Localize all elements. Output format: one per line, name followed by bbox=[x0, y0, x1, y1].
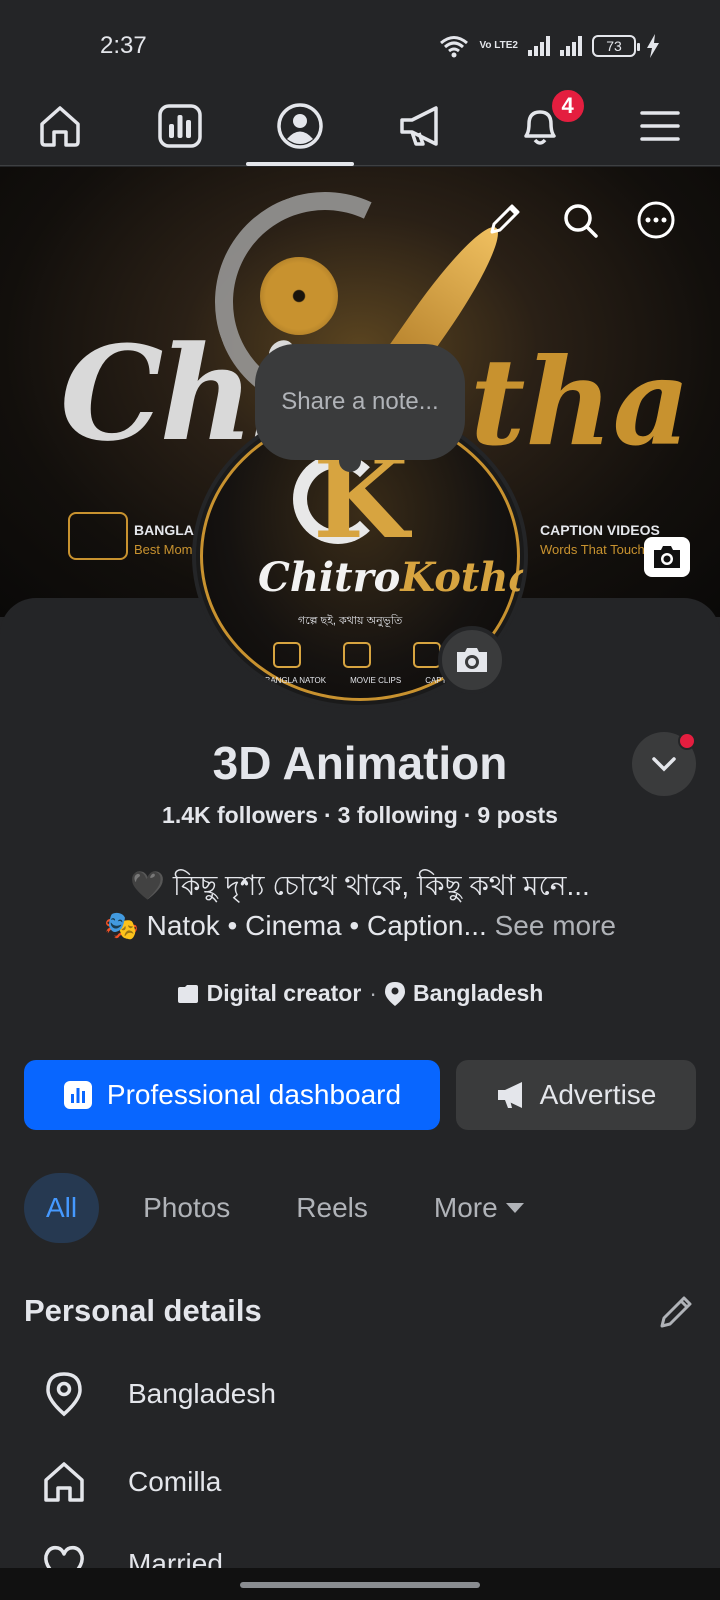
home-icon bbox=[40, 105, 80, 147]
nav-dashboard[interactable] bbox=[120, 86, 240, 165]
bio-line-1: 🖤 কিছু দৃশ্য চোখে থাকে, কিছু কথা মনে... bbox=[130, 870, 590, 901]
signal-icon bbox=[528, 36, 550, 56]
edit-cover-camera-button[interactable] bbox=[644, 537, 690, 577]
top-nav: 4 bbox=[0, 86, 720, 166]
status-bar: 2:37 Vo LTE2 73 bbox=[0, 0, 720, 86]
more-options-icon[interactable] bbox=[636, 200, 676, 240]
tab-photos[interactable]: Photos bbox=[121, 1173, 252, 1243]
profile-meta: Digital creator · Bangladesh bbox=[0, 980, 720, 1007]
detail-hometown-label: Comilla bbox=[128, 1466, 222, 1497]
cover-title-right: tha bbox=[470, 332, 691, 473]
share-note-bubble[interactable]: Share a note... bbox=[255, 344, 465, 472]
profile-stats: 1.4K followers · 3 following · 9 posts bbox=[162, 802, 558, 828]
profile-options-dropdown[interactable] bbox=[632, 732, 696, 796]
edit-profile-picture-button[interactable] bbox=[438, 626, 506, 694]
caret-down-icon bbox=[505, 1203, 524, 1213]
location-pin-icon bbox=[46, 1372, 82, 1417]
cover-actions bbox=[484, 200, 676, 240]
edit-details-pencil-icon[interactable] bbox=[656, 1292, 696, 1332]
avatar-icon-row bbox=[273, 642, 441, 668]
profile-location: Bangladesh bbox=[412, 980, 544, 1006]
advertise-label: Advertise bbox=[539, 1079, 657, 1110]
search-icon[interactable] bbox=[560, 200, 600, 240]
notification-dot bbox=[678, 732, 696, 750]
following-count[interactable]: 3 following bbox=[338, 802, 458, 828]
dashboard-icon bbox=[158, 103, 202, 148]
avatar-title: ChitroKotha bbox=[258, 554, 528, 601]
nav-profile[interactable] bbox=[240, 86, 360, 166]
status-time: 2:37 bbox=[100, 32, 147, 59]
battery-icon: 73 bbox=[592, 35, 640, 57]
camera-icon bbox=[457, 648, 487, 672]
status-icons: Vo LTE2 73 bbox=[439, 34, 660, 58]
see-more-link[interactable]: See more bbox=[495, 910, 616, 941]
profile-name: 3D Animation bbox=[212, 737, 508, 789]
tab-more[interactable]: More bbox=[412, 1173, 546, 1243]
charging-icon bbox=[647, 34, 659, 58]
clapperboard-icon bbox=[68, 512, 128, 560]
avatar-tagline: গল্পে ছই, কথায় অনুভূতি bbox=[298, 615, 403, 627]
posts-count[interactable]: 9 posts bbox=[477, 802, 558, 828]
hamburger-menu-icon bbox=[640, 110, 680, 141]
dashboard-icon bbox=[63, 1081, 92, 1109]
cover-caption-left: BANGLA Best Mom bbox=[134, 522, 194, 557]
detail-location-label: Bangladesh bbox=[128, 1378, 276, 1409]
battery-level: 73 bbox=[606, 38, 622, 54]
location-pin-icon bbox=[384, 981, 405, 1006]
profile-icon bbox=[277, 102, 323, 149]
professional-dashboard-button[interactable]: Professional dashboard bbox=[24, 1060, 440, 1130]
megaphone-icon bbox=[400, 105, 438, 146]
tab-reels[interactable]: Reels bbox=[274, 1173, 390, 1243]
nav-ads[interactable] bbox=[360, 86, 480, 165]
detail-location: Bangladesh bbox=[40, 1370, 276, 1418]
content-tabs: All Photos Reels More bbox=[24, 1173, 568, 1243]
home-indicator[interactable] bbox=[240, 1582, 480, 1588]
cover-caption-right: CAPTION VIDEOS Words That Touch bbox=[540, 522, 660, 557]
bio-line-2: 🎭 Natok • Cinema • Caption... bbox=[103, 910, 487, 941]
notification-badge: 4 bbox=[549, 88, 586, 124]
followers-count[interactable]: 1.4K followers bbox=[162, 802, 318, 828]
personal-details-title: Personal details bbox=[24, 1293, 262, 1328]
meta-separator: · bbox=[369, 980, 377, 1006]
nav-home[interactable] bbox=[0, 86, 120, 165]
detail-hometown: Comilla bbox=[40, 1458, 221, 1506]
professional-dashboard-label: Professional dashboard bbox=[106, 1079, 402, 1110]
wifi-icon bbox=[440, 36, 469, 58]
signal-icon-2 bbox=[560, 36, 582, 56]
profile-bio: 🖤 কিছু দৃশ্য চোখে থাকে, কিছু কথা মনে... … bbox=[0, 866, 720, 946]
home-icon bbox=[44, 1462, 84, 1502]
category-icon bbox=[177, 984, 198, 1003]
share-note-placeholder: Share a note... bbox=[281, 388, 439, 415]
megaphone-icon bbox=[497, 1082, 522, 1108]
profile-category: Digital creator bbox=[206, 980, 362, 1006]
nav-menu[interactable] bbox=[600, 86, 720, 165]
advertise-button[interactable]: Advertise bbox=[456, 1060, 696, 1130]
gesture-bar bbox=[0, 1568, 720, 1600]
nav-notifications[interactable]: 4 bbox=[480, 86, 600, 165]
volte-indicator: Vo LTE2 bbox=[479, 40, 518, 51]
tab-all[interactable]: All bbox=[24, 1173, 100, 1243]
edit-pencil-icon[interactable] bbox=[484, 200, 524, 240]
chevron-down-icon bbox=[652, 757, 676, 772]
camera-icon bbox=[654, 546, 680, 568]
